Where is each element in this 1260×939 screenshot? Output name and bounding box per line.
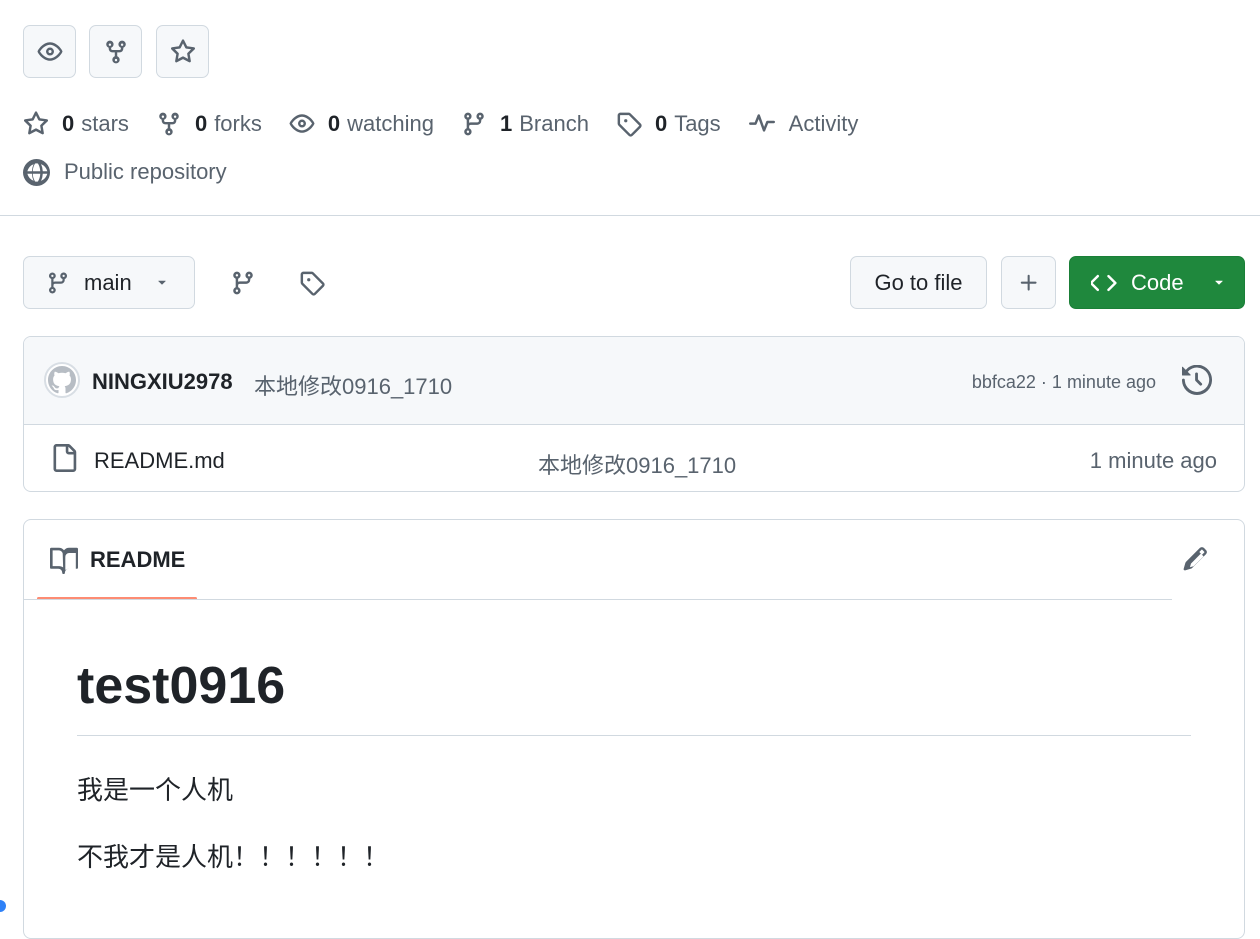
github-mark-icon	[48, 366, 76, 394]
readme-title: test0916	[77, 657, 286, 715]
tags-count: 0	[654, 111, 668, 136]
activity-link[interactable]: Activity	[748, 111, 859, 137]
triangle-down-icon	[154, 275, 170, 291]
commit-meta[interactable]: bbfca22 · 1 minute ago	[972, 372, 1156, 393]
corner-indicator	[0, 900, 6, 912]
eye-icon	[289, 111, 328, 137]
readme-header-divider	[24, 599, 1172, 600]
readme-title-rule	[77, 735, 1191, 736]
branch-label: Branch	[519, 111, 589, 136]
activity-label: Activity	[788, 111, 859, 136]
add-file-button[interactable]	[1001, 256, 1056, 309]
git-branch-icon	[230, 270, 256, 296]
branch-name: main	[84, 269, 132, 295]
file-row[interactable]: README.md 本地修改0916_1710 1 minute ago	[24, 425, 1244, 491]
file-icon	[50, 444, 78, 472]
commit-message[interactable]: 本地修改0916_1710	[254, 369, 452, 401]
tag-icon	[299, 270, 325, 296]
git-branch-icon	[46, 271, 70, 295]
branch-count: 1	[499, 111, 513, 136]
watching-count: 0	[327, 111, 341, 136]
avatar[interactable]	[44, 362, 80, 398]
tags-link[interactable]: 0 Tags	[616, 111, 721, 137]
branch-selector[interactable]: main	[23, 256, 195, 309]
book-icon	[50, 546, 90, 574]
tab-readme[interactable]: README	[37, 520, 197, 600]
watching-label: watching	[347, 111, 434, 136]
eye-icon	[37, 39, 63, 65]
latest-commit-bar: NINGXIU2978 本地修改0916_1710 bbfca22 · 1 mi…	[24, 337, 1244, 425]
star-icon	[170, 38, 196, 65]
file-browser: NINGXIU2978 本地修改0916_1710 bbfca22 · 1 mi…	[23, 336, 1245, 492]
triangle-down-icon	[1211, 275, 1227, 291]
repo-stats: 0 stars 0 forks 0 watching 1 Branch 0 Ta…	[23, 104, 885, 144]
readme-paragraph: 不我才是人机！！！！！！	[77, 842, 390, 872]
forks-label: forks	[214, 111, 262, 136]
stars-count: 0	[62, 111, 75, 136]
code-icon	[1091, 270, 1117, 296]
tag-icon	[616, 111, 655, 137]
go-to-file-button[interactable]: Go to file	[850, 256, 987, 309]
tags-label: Tags	[674, 111, 721, 136]
plus-icon	[1018, 272, 1040, 294]
fork-button[interactable]	[89, 25, 142, 78]
pulse-icon	[748, 111, 789, 137]
code-label: Code	[1131, 269, 1184, 295]
stars-link[interactable]: 0 stars	[23, 111, 129, 137]
tags-button[interactable]	[293, 264, 331, 302]
star-button[interactable]	[156, 25, 209, 78]
readme-paragraph: 我是一个人机	[77, 775, 234, 805]
branches-link[interactable]: 1 Branch	[461, 111, 589, 137]
globe-icon	[23, 158, 64, 186]
commit-author[interactable]: NINGXIU2978	[92, 369, 233, 395]
file-commit-time: 1 minute ago	[1089, 448, 1217, 473]
star-icon	[23, 111, 62, 137]
forks-link[interactable]: 0 forks	[156, 111, 262, 137]
history-icon[interactable]	[1182, 365, 1212, 395]
file-name[interactable]: README.md	[94, 448, 225, 474]
stars-label: stars	[81, 111, 129, 136]
readme-panel: README test0916 我是一个人机 不我才是人机！！！！！！	[23, 519, 1245, 939]
go-to-file-label: Go to file	[874, 269, 963, 295]
repo-forked-icon	[156, 111, 195, 137]
branches-button[interactable]	[224, 264, 262, 302]
header-divider	[0, 215, 1260, 216]
git-branch-icon	[461, 111, 500, 137]
visibility-label: Public repository	[64, 159, 227, 184]
file-commit-message[interactable]: 本地修改0916_1710	[538, 448, 736, 480]
watching-link[interactable]: 0 watching	[289, 111, 434, 137]
visibility-row: Public repository	[23, 152, 227, 192]
pencil-icon[interactable]	[1182, 546, 1208, 572]
forks-count: 0	[194, 111, 208, 136]
repo-forked-icon	[103, 39, 129, 65]
readme-tab-label: README	[90, 547, 186, 572]
watch-button[interactable]	[23, 25, 76, 78]
code-button[interactable]: Code	[1069, 256, 1245, 309]
